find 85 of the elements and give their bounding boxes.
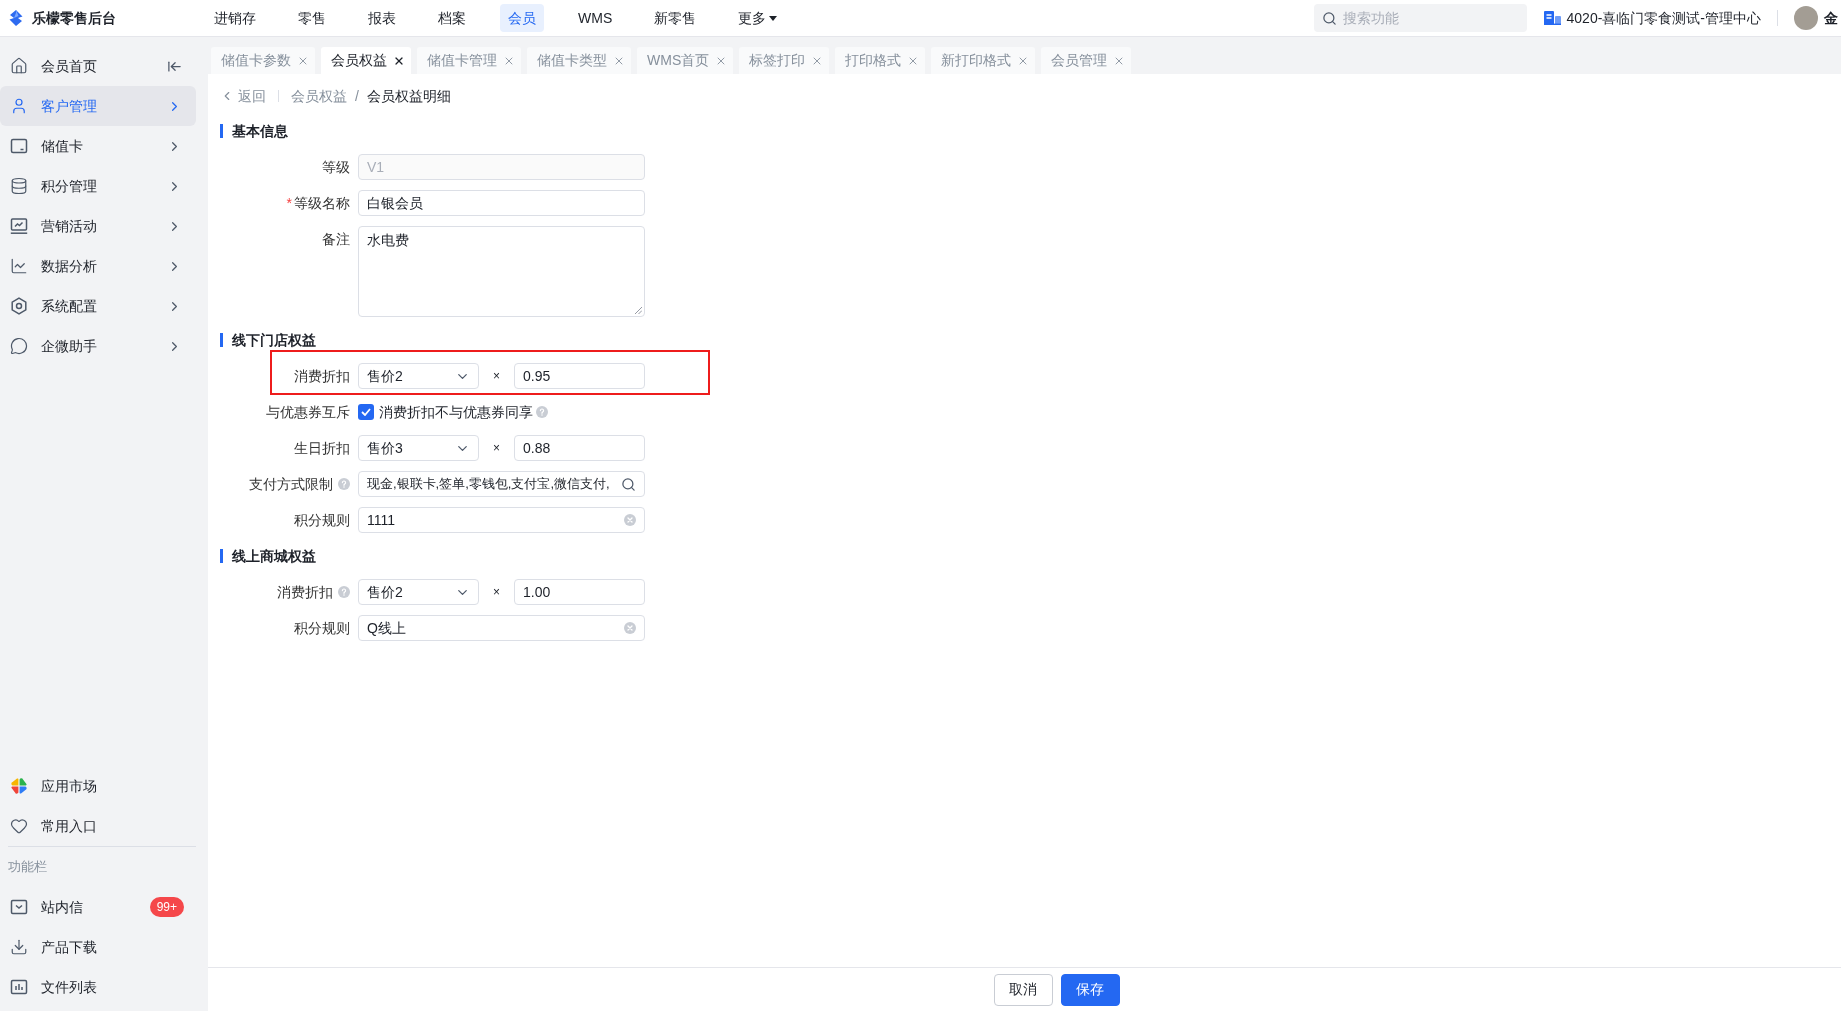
download-icon — [10, 938, 28, 956]
heart-icon — [10, 817, 28, 835]
field-label: 与优惠券互斥 — [266, 402, 350, 422]
user-name[interactable]: 金 — [1824, 7, 1838, 29]
sidebar-item[interactable]: 系统配置 — [0, 286, 196, 326]
page-tab[interactable]: 会员权益 — [321, 47, 411, 74]
caret-icon — [769, 15, 778, 21]
price-select[interactable]: 售价2 — [358, 579, 479, 605]
field-label: 积分规则 — [294, 510, 350, 530]
monitor-chart-icon — [10, 217, 28, 235]
check-icon — [361, 408, 371, 416]
discount-field[interactable]: 0.95 — [514, 363, 645, 389]
sidebar-item[interactable]: 企微助手 — [0, 326, 196, 366]
settings-icon — [10, 297, 28, 315]
section-title: 基本信息 — [232, 121, 288, 141]
database-icon — [10, 177, 28, 195]
user-icon — [10, 97, 28, 115]
cancel-button[interactable]: 取消 — [993, 973, 1053, 1006]
multiply-sign: × — [493, 368, 500, 385]
field-label: 等级 — [322, 157, 350, 177]
search-field[interactable]: 现金,银联卡,签单,零钱包,支付宝,微信支付, — [358, 471, 645, 497]
text-area[interactable]: 水电费 — [358, 226, 645, 317]
organization-name[interactable]: 4020-喜临门零食测试-管理中心 — [1566, 7, 1761, 29]
field-label: *等级名称 — [286, 193, 350, 213]
search-icon — [1321, 10, 1337, 26]
back-link[interactable]: 返回 — [220, 85, 266, 107]
sidebar-section-title: 功能栏 — [8, 858, 47, 877]
section-title: 线下门店权益 — [232, 330, 316, 350]
save-button[interactable]: 保存 — [1060, 973, 1120, 1006]
nav-item[interactable]: 进销存 — [206, 4, 264, 32]
text-field[interactable]: 白银会员 — [358, 190, 645, 216]
line-chart-icon — [10, 257, 28, 275]
clear-icon[interactable] — [624, 622, 636, 634]
nav-item[interactable]: WMS — [570, 4, 621, 32]
app-title: 乐檬零售后台 — [32, 8, 116, 28]
sidebar-item[interactable]: 站内信 99+ — [0, 887, 196, 927]
nav-item[interactable]: 更多 — [730, 4, 786, 32]
field-label: 积分规则 — [294, 618, 350, 638]
discount-field[interactable]: 1.00 — [514, 579, 645, 605]
select-field[interactable]: Q线上 — [358, 615, 645, 641]
sidebar-item[interactable]: 储值卡 — [0, 126, 196, 166]
count-badge: 99+ — [149, 897, 184, 917]
price-select[interactable]: 售价2 — [358, 363, 479, 389]
house-icon — [10, 57, 28, 75]
sidebar-item[interactable]: 数据分析 — [0, 246, 196, 286]
sidebar-item[interactable]: 产品下载 — [0, 927, 196, 967]
sidebar-item[interactable]: 常用入口 — [0, 806, 196, 846]
pinwheel-icon — [10, 777, 28, 795]
nav-item[interactable]: 档案 — [430, 4, 474, 32]
field-label: 生日折扣 — [294, 438, 350, 458]
sidebar-item[interactable]: 营销活动 — [0, 206, 196, 246]
discount-field[interactable]: 0.88 — [514, 435, 645, 461]
section-title: 线上商城权益 — [232, 546, 316, 566]
field-label: 消费折扣 — [277, 582, 333, 602]
checkbox[interactable] — [358, 404, 374, 420]
sidebar-item[interactable]: 会员首页 — [0, 46, 167, 86]
checkbox-label[interactable]: 消费折扣不与优惠券同享 — [379, 401, 533, 423]
inbox-icon — [10, 898, 28, 916]
sidebar-item[interactable]: 应用市场 — [0, 766, 196, 806]
sidebar-item[interactable]: 积分管理 — [0, 166, 196, 206]
building-icon — [1543, 11, 1561, 25]
multiply-sign: × — [493, 440, 500, 457]
breadcrumb-separator: / — [355, 86, 359, 106]
breadcrumb-item: 会员权益明细 — [366, 86, 451, 106]
logo-icon — [9, 10, 23, 26]
multiply-sign: × — [493, 584, 500, 601]
nav-item[interactable]: 零售 — [290, 4, 334, 32]
clear-icon[interactable] — [624, 514, 636, 526]
field-label: 备注 — [322, 229, 350, 249]
sidebar-item[interactable]: 文件列表 — [0, 967, 196, 1007]
resize-grip-icon[interactable] — [635, 307, 642, 314]
select-field[interactable]: 1111 — [358, 507, 645, 533]
price-select[interactable]: 售价3 — [358, 435, 479, 461]
field-label: 消费折扣 — [294, 366, 350, 386]
search-icon[interactable] — [621, 476, 636, 492]
nav-item[interactable]: 报表 — [360, 4, 404, 32]
user-avatar[interactable] — [1794, 6, 1818, 30]
sidebar-item[interactable]: 客户管理 — [0, 86, 196, 126]
card-icon — [10, 137, 28, 155]
field-label: 支付方式限制 — [249, 474, 333, 494]
chart-box-icon — [10, 978, 28, 996]
nav-item[interactable]: 新零售 — [646, 4, 705, 32]
chat-bubble-icon — [10, 337, 28, 355]
nav-item[interactable]: 会员 — [500, 4, 544, 32]
search-field[interactable]: 搜索功能 — [1313, 4, 1527, 32]
